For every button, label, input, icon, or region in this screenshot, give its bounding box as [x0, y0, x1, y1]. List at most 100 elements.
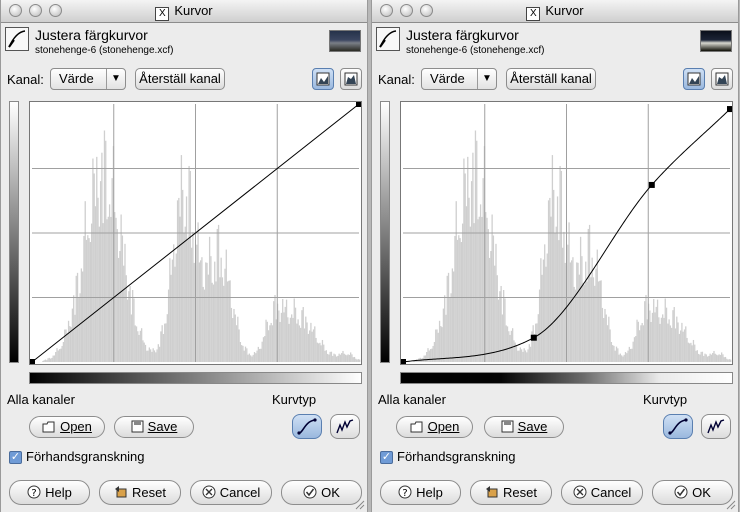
curve-control-point[interactable] — [356, 102, 361, 107]
log-histogram-button[interactable] — [340, 68, 362, 90]
histogram-bar — [512, 328, 514, 362]
ok-button[interactable]: OK — [652, 480, 733, 505]
histogram-bar — [640, 325, 642, 362]
histogram-bar — [293, 298, 295, 362]
channel-select[interactable]: Värde ▼ — [50, 68, 126, 90]
histogram-bar — [467, 156, 469, 362]
ok-button[interactable]: OK — [281, 480, 362, 505]
open-button[interactable]: Open — [396, 416, 473, 438]
histogram-bar — [519, 347, 521, 362]
histogram-bar — [623, 354, 625, 362]
freehand-curve-button[interactable] — [330, 414, 360, 439]
cancel-label: Cancel — [219, 485, 261, 500]
histogram-bar — [518, 350, 520, 362]
histogram-bar — [151, 351, 153, 362]
preview-checkbox[interactable]: ✓ — [9, 451, 22, 464]
histogram-bar — [337, 355, 339, 362]
linear-histogram-button[interactable] — [683, 68, 705, 90]
histogram-bar — [169, 258, 171, 362]
histogram-bar — [700, 351, 702, 362]
curve-area[interactable] — [400, 101, 733, 365]
histogram-bar — [526, 352, 528, 362]
curve-control-point[interactable] — [30, 359, 35, 364]
histogram-bar — [56, 348, 58, 362]
histogram-bar — [119, 251, 121, 362]
histogram-bar — [283, 312, 285, 362]
histogram-bar — [111, 178, 113, 362]
channel-select-value: Värde — [59, 71, 94, 86]
save-button[interactable]: Save — [484, 416, 564, 438]
histogram-bar — [307, 333, 310, 362]
histogram-bar — [89, 242, 92, 362]
title-bar[interactable]: X Kurvor — [372, 0, 738, 23]
linear-histogram-button[interactable] — [312, 68, 334, 90]
help-button[interactable]: ? Help — [9, 480, 90, 505]
smooth-curve-button[interactable] — [663, 414, 693, 439]
resize-grip[interactable] — [355, 500, 365, 510]
histogram-bar — [540, 258, 542, 362]
histogram-bar — [98, 226, 100, 362]
histogram-bar — [324, 350, 326, 362]
histogram-bar — [449, 297, 451, 362]
reset-button[interactable]: Reset — [470, 480, 552, 505]
open-button[interactable]: Open — [29, 416, 105, 438]
histogram-bar — [461, 223, 464, 362]
histogram-bar — [583, 284, 586, 362]
histogram-bar — [577, 262, 579, 362]
histogram-bar — [714, 353, 716, 362]
histogram-bar — [135, 326, 138, 362]
reset-channel-label: Återställ kanal — [510, 71, 592, 86]
cancel-button[interactable]: Cancel — [561, 480, 643, 505]
smooth-curve-button[interactable] — [292, 414, 322, 439]
histogram-bar — [317, 343, 320, 362]
help-icon: ? — [27, 485, 41, 499]
curve-graph[interactable] — [401, 102, 732, 364]
histogram-bar — [585, 261, 587, 362]
histogram-bar — [99, 181, 102, 362]
freehand-curve-button[interactable] — [701, 414, 731, 439]
curve-graph[interactable] — [30, 102, 361, 364]
histogram-bar — [678, 333, 681, 362]
histogram-bar — [320, 345, 322, 362]
histogram-bar — [673, 307, 675, 362]
histogram-bar — [604, 308, 606, 362]
smooth-curve-icon — [668, 418, 688, 435]
histogram-bar — [339, 354, 342, 362]
histogram-bar — [92, 158, 94, 362]
histogram-bar — [176, 200, 179, 362]
histogram-bar — [179, 216, 181, 362]
curve-control-point[interactable] — [727, 106, 732, 113]
histogram-bar — [282, 299, 284, 362]
reset-channel-button[interactable]: Återställ kanal — [506, 68, 596, 90]
reset-channel-button[interactable]: Återställ kanal — [135, 68, 225, 90]
curve-control-point[interactable] — [530, 334, 537, 341]
preview-checkbox[interactable]: ✓ — [380, 451, 393, 464]
histogram-bar — [93, 173, 95, 362]
histogram-bar — [206, 262, 208, 362]
title-bar[interactable]: X Kurvor — [1, 0, 367, 23]
help-button[interactable]: ? Help — [380, 480, 461, 505]
log-histogram-button[interactable] — [711, 68, 733, 90]
resize-grip[interactable] — [726, 500, 736, 510]
histogram-bar — [703, 355, 705, 362]
curve-area[interactable] — [29, 101, 362, 365]
curve-control-point[interactable] — [401, 359, 406, 364]
save-button[interactable]: Save — [114, 416, 194, 438]
histogram-bar — [655, 306, 657, 362]
histogram-bar — [344, 354, 347, 362]
histogram-bar — [184, 226, 186, 362]
histogram-bar — [635, 336, 637, 362]
cancel-button[interactable]: Cancel — [190, 480, 272, 505]
histogram-bar — [319, 342, 321, 362]
histogram-bar — [622, 356, 624, 362]
histogram-bar — [614, 350, 616, 362]
curve-control-point[interactable] — [648, 181, 655, 188]
histogram-bar — [287, 317, 289, 362]
reset-button[interactable]: Reset — [99, 480, 181, 505]
channel-label: Kanal: — [7, 72, 44, 87]
histogram-bar — [619, 353, 622, 362]
histogram-bar — [453, 271, 455, 362]
channel-select[interactable]: Värde ▼ — [421, 68, 497, 90]
histogram-bar — [278, 310, 280, 362]
histogram-bar — [582, 282, 584, 362]
